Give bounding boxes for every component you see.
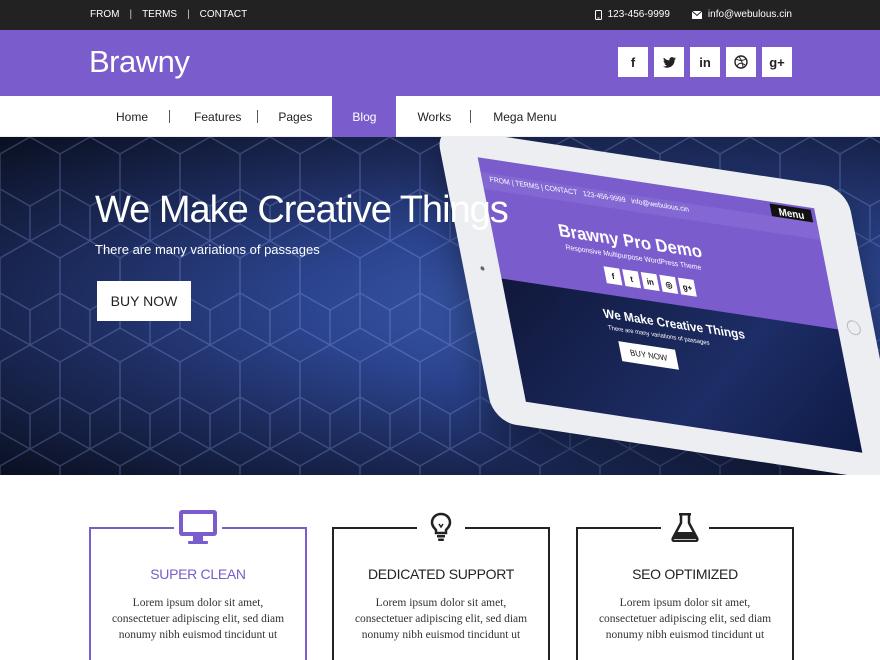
twitter-button[interactable] (654, 47, 684, 77)
top-bar: FROM | TERMS | CONTACT 123-456-9999 info… (0, 0, 880, 30)
dribbble-button[interactable] (726, 47, 756, 77)
phone-contact: 123-456-9999 (594, 9, 670, 20)
feature-card-dedicated-support[interactable]: DEDICATED SUPPORT Lorem ipsum dolor sit … (332, 505, 550, 660)
screen-google-plus-icon: g+ (677, 277, 697, 297)
screen-hero-button: BUY NOW (618, 341, 680, 370)
hero-banner: Menu FROM | TERMS | CONTACT 123-456-9999… (0, 137, 880, 475)
google-plus-icon: g+ (769, 54, 785, 70)
screen-social: f t in ◎ g+ (603, 266, 697, 297)
tablet-device: Menu FROM | TERMS | CONTACT 123-456-9999… (435, 137, 880, 475)
feature-title: DEDICATED SUPPORT (367, 566, 515, 582)
facebook-icon: f (630, 54, 636, 70)
feature-icon-holder (417, 505, 465, 549)
screen-email: info@webulous.cin (630, 197, 690, 214)
main-nav: Home Features Pages Blog Works Mega Menu (0, 96, 880, 137)
nav-item-works[interactable]: Works (396, 96, 472, 137)
email-contact: info@webulous.cin (691, 9, 792, 20)
social-links: f in g+ (618, 47, 792, 77)
feature-card-seo-optimized[interactable]: SEO OPTIMIZED Lorem ipsum dolor sit amet… (576, 505, 794, 660)
feature-text: Lorem ipsum dolor sit amet, consectetuer… (598, 597, 772, 641)
nav-list: Home Features Pages Blog Works Mega Menu (90, 96, 577, 137)
top-link-from[interactable]: FROM (90, 9, 119, 20)
site-logo[interactable]: Brawny (89, 44, 190, 80)
feature-icon-holder (174, 505, 222, 549)
nav-item-blog[interactable]: Blog (332, 96, 397, 137)
hero-subtitle: There are many variations of passages (95, 242, 320, 257)
screen-facebook-icon: f (603, 266, 623, 286)
google-plus-button[interactable]: g+ (762, 47, 792, 77)
screen-twitter-icon: t (622, 269, 642, 289)
nav-item-pages[interactable]: Pages (258, 96, 332, 137)
features-section: SUPER CLEAN Lorem ipsum dolor sit amet, … (0, 475, 880, 660)
monitor-icon (179, 510, 217, 544)
buy-now-button[interactable]: BUY NOW (97, 281, 191, 321)
top-link-terms[interactable]: TERMS (142, 9, 177, 20)
email-link[interactable]: info@webulous.cin (708, 9, 792, 20)
feature-card-super-clean[interactable]: SUPER CLEAN Lorem ipsum dolor sit amet, … (89, 505, 307, 660)
phone-number: 123-456-9999 (607, 9, 670, 20)
tablet-home-button (845, 319, 863, 337)
hero-title: We Make Creative Things (95, 189, 509, 231)
nav-item-home[interactable]: Home (90, 96, 171, 137)
screen-dribbble-icon: ◎ (659, 274, 679, 294)
tablet-screen: Menu FROM | TERMS | CONTACT 123-456-9999… (477, 157, 863, 453)
top-link-contact[interactable]: CONTACT (200, 9, 248, 20)
feature-text: Lorem ipsum dolor sit amet, consectetuer… (354, 597, 528, 641)
envelope-icon (691, 10, 702, 19)
feature-title: SUPER CLEAN (150, 566, 246, 582)
feature-icon-holder (661, 505, 709, 549)
facebook-button[interactable]: f (618, 47, 648, 77)
top-links: FROM | TERMS | CONTACT (90, 9, 247, 20)
top-link-separator: | (129, 9, 133, 20)
feature-title: SEO OPTIMIZED (632, 566, 738, 582)
screen-hero: We Make Creative Things There are many v… (501, 278, 863, 453)
linkedin-button[interactable]: in (690, 47, 720, 77)
twitter-icon (662, 56, 676, 68)
flask-icon (671, 513, 699, 542)
tablet-camera (480, 266, 485, 271)
nav-item-mega-menu[interactable]: Mega Menu (471, 96, 576, 137)
top-link-separator: | (187, 9, 190, 20)
dribbble-icon (734, 55, 748, 69)
lightbulb-icon (430, 512, 452, 541)
nav-item-features[interactable]: Features (170, 96, 259, 137)
feature-text: Lorem ipsum dolor sit amet, consectetuer… (111, 597, 285, 641)
screen-linkedin-icon: in (640, 271, 660, 292)
linkedin-icon: in (699, 54, 711, 70)
phone-icon (594, 9, 602, 20)
site-header: Brawny f in g+ (0, 30, 880, 96)
top-contact: 123-456-9999 info@webulous.cin (573, 9, 792, 20)
screen-phone: 123-456-9999 (582, 190, 627, 205)
